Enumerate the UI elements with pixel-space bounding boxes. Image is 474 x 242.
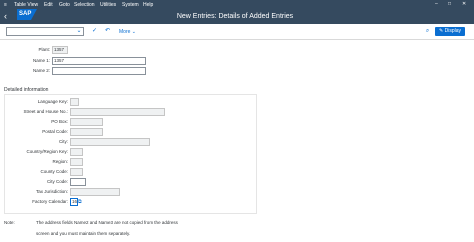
menu-help[interactable]: Help xyxy=(143,1,153,9)
menu-table-view[interactable]: Table View xyxy=(14,1,38,9)
factory-calendar-input[interactable]: 16 xyxy=(70,198,78,206)
street-label: Street and House No.: xyxy=(23,109,68,114)
city-field xyxy=(70,138,150,146)
page-title: New Entries: Details of Added Entries xyxy=(176,13,294,20)
display-label: Display xyxy=(444,28,461,34)
name1-label: Name 1: xyxy=(32,58,50,63)
menu-edit[interactable]: Edit xyxy=(44,1,53,9)
more-label: More xyxy=(119,29,131,35)
note-line-2: screen and you must maintain them separa… xyxy=(36,231,131,236)
city-label: City: xyxy=(59,139,68,144)
plant-label: Plant: xyxy=(38,47,50,52)
postal-code-label: Postal Code: xyxy=(42,129,68,134)
county-code-field xyxy=(70,168,83,176)
command-field[interactable] xyxy=(6,27,84,36)
tax-jurisdiction-label: Tax Jurisdiction: xyxy=(35,189,68,194)
po-box-field xyxy=(70,118,103,126)
menu-utilities[interactable]: Utilities xyxy=(100,1,116,9)
tax-jurisdiction-field xyxy=(70,188,120,196)
county-code-label: County Code: xyxy=(40,169,68,174)
city-code-label: City Code: xyxy=(46,179,68,184)
country-field xyxy=(70,148,83,156)
name2-label: Name 2: xyxy=(32,68,50,73)
country-label: Country/Region Key: xyxy=(26,149,68,154)
chevron-down-icon[interactable]: ⌄ xyxy=(75,27,83,36)
back-icon[interactable]: ‹ xyxy=(4,11,14,22)
plant-field: 1357 xyxy=(52,46,68,54)
name2-input[interactable] xyxy=(52,67,146,75)
factory-calendar-label: Factory Calendar: xyxy=(32,199,68,204)
region-field xyxy=(70,158,83,166)
po-box-label: PO Box: xyxy=(51,119,68,124)
menu-system[interactable]: System xyxy=(122,1,139,9)
region-label: Region: xyxy=(52,159,68,164)
close-icon[interactable]: ✕ xyxy=(462,0,466,8)
maximize-icon[interactable]: □ xyxy=(448,0,451,8)
minimize-icon[interactable]: – xyxy=(435,0,438,8)
undo-icon[interactable]: ↶ xyxy=(103,27,112,36)
note-line-1: The address fields Name2 and Name3 are n… xyxy=(36,220,178,225)
value-help-icon[interactable]: ⧉ xyxy=(78,198,86,206)
detailed-info-title: Detailed information xyxy=(4,87,49,93)
city-code-input[interactable] xyxy=(70,178,86,186)
note-label: Note: xyxy=(4,220,15,225)
glasses-icon[interactable]: ⌕ xyxy=(423,27,432,36)
language-key-label: Language Key: xyxy=(37,99,68,104)
menu-goto[interactable]: Goto xyxy=(59,1,70,9)
postal-code-field xyxy=(70,128,103,136)
menu-icon[interactable]: ≡ xyxy=(4,1,7,9)
street-field xyxy=(70,108,165,116)
save-icon[interactable]: ✓ xyxy=(90,27,99,36)
language-key-field xyxy=(70,98,79,106)
menu-selection[interactable]: Selection xyxy=(74,1,95,9)
name1-input[interactable]: 1357 xyxy=(52,57,146,65)
display-button[interactable]: ✎ Display xyxy=(435,27,465,36)
more-menu-button[interactable]: More ⌄ xyxy=(119,28,136,36)
menu-bar: ≡ Table View Edit Goto Selection Utiliti… xyxy=(0,0,474,10)
